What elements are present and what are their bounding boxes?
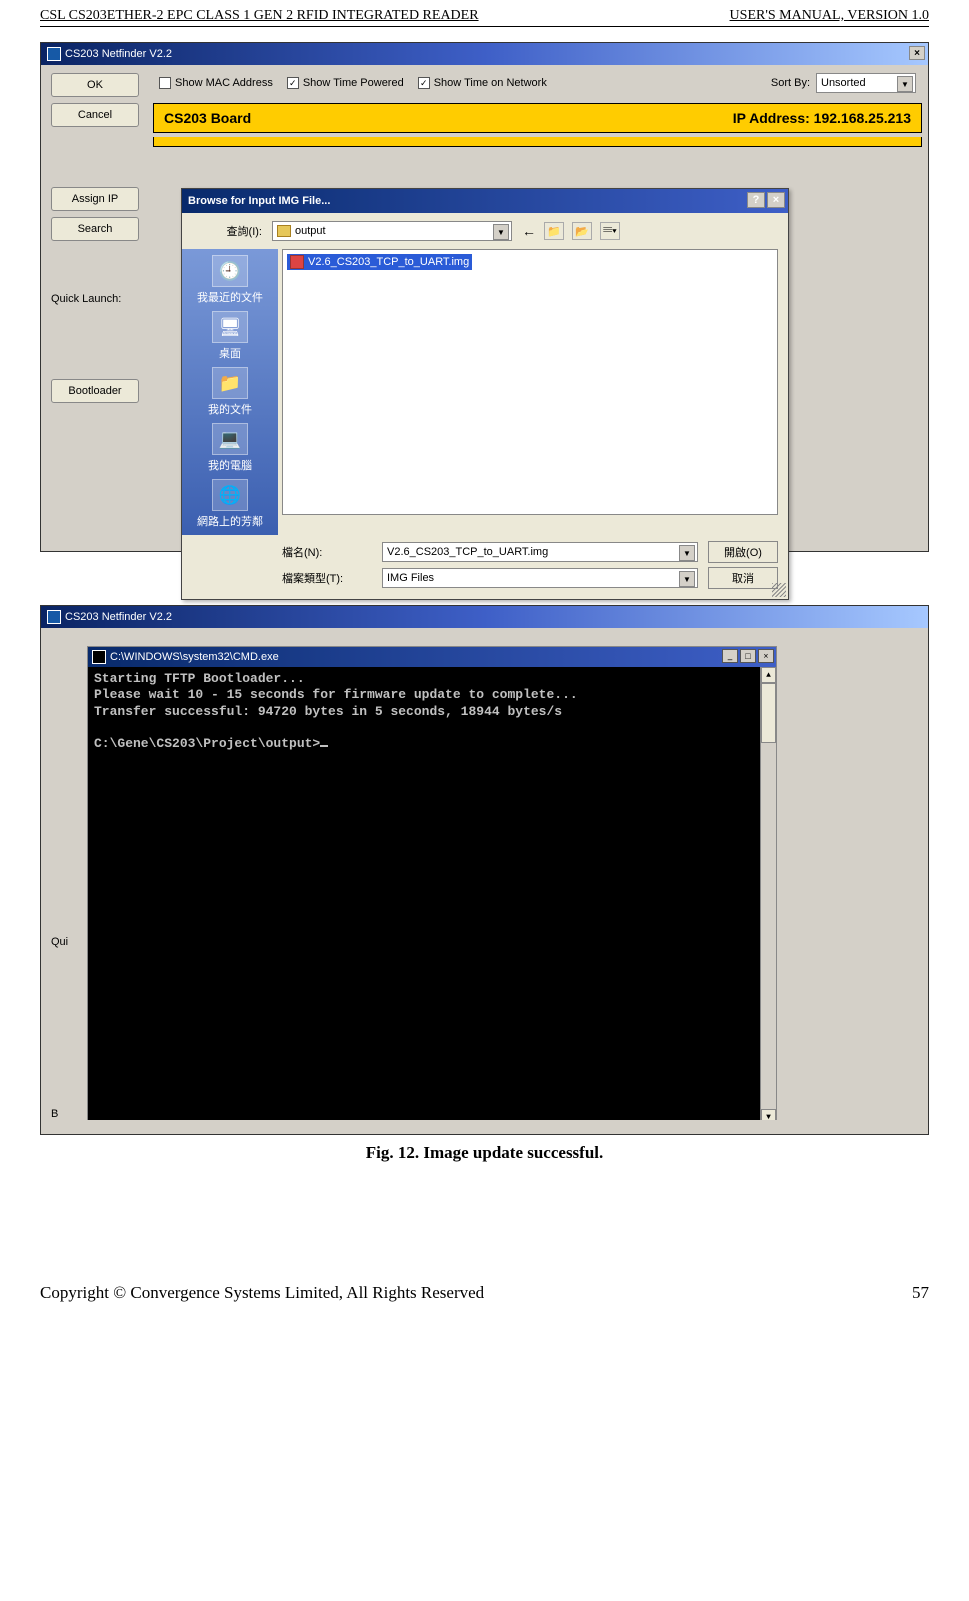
dialog-cancel-button[interactable]: 取消: [708, 567, 778, 589]
places-recent[interactable]: 🕘我最近的文件: [184, 253, 276, 307]
filename-label: 檔名(N):: [282, 544, 372, 560]
scrollbar[interactable]: ▲ ▼: [760, 667, 776, 1125]
quick-launch-label: Quick Launch:: [51, 289, 139, 309]
places-network[interactable]: 🌐網路上的芳鄰: [184, 477, 276, 531]
bootloader-button[interactable]: Bootloader: [51, 379, 139, 403]
cmd-icon: [92, 650, 106, 664]
netfinder-left-controls: OK Cancel Assign IP Search Quick Launch:…: [45, 69, 145, 407]
cmd-title-text: C:\WINDOWS\system32\CMD.exe: [110, 651, 279, 663]
device-board: CS203 Board: [164, 110, 251, 126]
places-desktop[interactable]: 🖥桌面: [184, 309, 276, 363]
cursor-icon: [320, 745, 328, 747]
netfinder-toolbar: Show MAC Address ✓ Show Time Powered ✓ S…: [151, 69, 924, 97]
sort-by-label: Sort By:: [771, 77, 810, 89]
recent-icon: 🕘: [212, 255, 248, 287]
filename-value: V2.6_CS203_TCP_to_UART.img: [387, 546, 548, 558]
show-time-powered-label: Show Time Powered: [303, 77, 404, 89]
netfinder2-statusbar: [41, 1120, 928, 1134]
screenshot-1: CS203 Netfinder V2.2 × OK Cancel Assign …: [40, 42, 929, 552]
doc-footer: Copyright © Convergence Systems Limited,…: [40, 1283, 929, 1303]
show-time-network-checkbox[interactable]: ✓ Show Time on Network: [418, 77, 547, 89]
lookin-value: output: [295, 225, 326, 237]
app-icon: [47, 47, 61, 61]
resize-grip-icon[interactable]: [772, 583, 786, 597]
filetype-label: 檔案類型(T):: [282, 570, 372, 586]
device-row[interactable]: CS203 Board IP Address: 192.168.25.213: [153, 103, 922, 133]
filename-input[interactable]: V2.6_CS203_TCP_to_UART.img: [382, 542, 698, 562]
file-dialog-title: Browse for Input IMG File...: [188, 195, 330, 207]
netfinder2-left-hints: Qui B: [51, 676, 68, 1120]
search-button[interactable]: Search: [51, 217, 139, 241]
cmd-window: C:\WINDOWS\system32\CMD.exe _ □ × Starti…: [87, 646, 777, 1126]
screenshot-2: CS203 Netfinder V2.2 Qui B C:\WINDOWS\sy…: [40, 605, 929, 1135]
documents-icon: 📁: [212, 367, 248, 399]
minimize-icon[interactable]: _: [722, 649, 738, 663]
close-icon[interactable]: ×: [767, 192, 785, 208]
ok-button[interactable]: OK: [51, 73, 139, 97]
img-file-icon: [290, 255, 304, 269]
computer-icon: 💻: [212, 423, 248, 455]
device-ip: IP Address: 192.168.25.213: [733, 110, 911, 126]
file-item-selected[interactable]: V2.6_CS203_TCP_to_UART.img: [287, 254, 472, 270]
device-row-details: [153, 137, 922, 147]
scroll-track[interactable]: [761, 743, 776, 1109]
file-dialog-bottom: 檔名(N): V2.6_CS203_TCP_to_UART.img 檔案類型(T…: [182, 535, 788, 599]
netfinder-titlebar: CS203 Netfinder V2.2 ×: [41, 43, 928, 65]
footer-left: Copyright © Convergence Systems Limited,…: [40, 1283, 484, 1303]
show-time-powered-checkbox[interactable]: ✓ Show Time Powered: [287, 77, 404, 89]
new-folder-icon[interactable]: 📂: [572, 222, 592, 240]
show-mac-checkbox[interactable]: Show MAC Address: [159, 77, 273, 89]
maximize-icon[interactable]: □: [740, 649, 756, 663]
places-bar: 🕘我最近的文件 🖥桌面 📁我的文件 💻我的電腦 🌐網路上的芳鄰: [182, 249, 278, 535]
checkbox-icon: [159, 77, 171, 89]
assign-ip-button[interactable]: Assign IP: [51, 187, 139, 211]
file-item-label: V2.6_CS203_TCP_to_UART.img: [308, 256, 469, 268]
file-dialog-main: 🕘我最近的文件 🖥桌面 📁我的文件 💻我的電腦 🌐網路上的芳鄰 V2.6_CS2…: [182, 249, 788, 535]
filetype-value: IMG Files: [387, 572, 434, 584]
close-icon[interactable]: ×: [909, 46, 925, 60]
views-icon[interactable]: 𝄘▾: [600, 222, 620, 240]
doc-header: CSL CS203ETHER-2 EPC CLASS 1 GEN 2 RFID …: [40, 0, 929, 27]
desktop-icon: 🖥: [212, 311, 248, 343]
file-list[interactable]: V2.6_CS203_TCP_to_UART.img: [282, 249, 778, 515]
checkbox-icon: ✓: [418, 77, 430, 89]
places-computer[interactable]: 💻我的電腦: [184, 421, 276, 475]
fig2-caption: Fig. 12. Image update successful.: [40, 1143, 929, 1163]
scroll-thumb[interactable]: [761, 683, 776, 743]
back-arrow-icon[interactable]: ←: [522, 223, 536, 239]
show-mac-label: Show MAC Address: [175, 77, 273, 89]
netfinder-title: CS203 Netfinder V2.2: [65, 48, 172, 60]
close-icon[interactable]: ×: [758, 649, 774, 663]
bootloader-hint: B: [51, 1108, 68, 1120]
file-dialog-nav: ← 📁 📂 𝄘▾: [522, 222, 620, 240]
netfinder2-titlebar: CS203 Netfinder V2.2: [41, 606, 928, 628]
cmd-output: Starting TFTP Bootloader... Please wait …: [88, 667, 776, 756]
checkbox-icon: ✓: [287, 77, 299, 89]
folder-icon: [277, 225, 291, 237]
up-folder-icon[interactable]: 📁: [544, 222, 564, 240]
file-dialog: Browse for Input IMG File... ? × 查詢(I): …: [181, 188, 789, 600]
network-icon: 🌐: [212, 479, 248, 511]
doc-header-right: USER'S MANUAL, VERSION 1.0: [730, 8, 929, 24]
show-time-network-label: Show Time on Network: [434, 77, 547, 89]
footer-page: 57: [912, 1283, 929, 1303]
netfinder2-title: CS203 Netfinder V2.2: [65, 611, 172, 623]
file-dialog-titlebar: Browse for Input IMG File... ? ×: [182, 189, 788, 213]
scroll-up-icon[interactable]: ▲: [761, 667, 776, 683]
cancel-button[interactable]: Cancel: [51, 103, 139, 127]
doc-header-left: CSL CS203ETHER-2 EPC CLASS 1 GEN 2 RFID …: [40, 8, 479, 24]
lookin-label: 查詢(I):: [192, 223, 262, 239]
quick-launch-hint: Qui: [51, 936, 68, 948]
cmd-body: Starting TFTP Bootloader... Please wait …: [88, 667, 776, 1125]
file-dialog-top: 查詢(I): output ← 📁 📂 𝄘▾: [182, 213, 788, 249]
app-icon: [47, 610, 61, 624]
sort-by-value: Unsorted: [821, 77, 866, 89]
filetype-select[interactable]: IMG Files: [382, 568, 698, 588]
sort-by-select[interactable]: Unsorted: [816, 73, 916, 93]
open-button[interactable]: 開啟(O): [708, 541, 778, 563]
lookin-select[interactable]: output: [272, 221, 512, 241]
help-icon[interactable]: ?: [747, 192, 765, 208]
places-documents[interactable]: 📁我的文件: [184, 365, 276, 419]
cmd-titlebar: C:\WINDOWS\system32\CMD.exe _ □ ×: [88, 647, 776, 667]
